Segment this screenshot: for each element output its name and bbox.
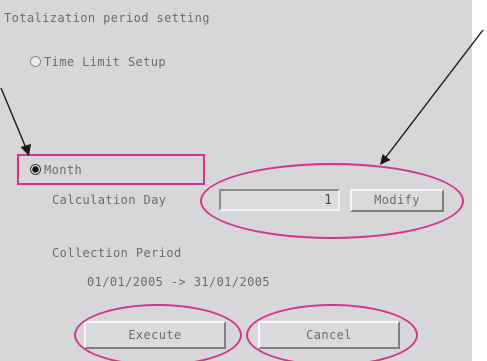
annotation-arrows	[0, 29, 484, 165]
arrowhead-right-icon	[380, 154, 391, 165]
arrowhead-left-icon	[20, 144, 31, 156]
screenshot-stage: Totalization period setting Time Limit S…	[0, 0, 487, 361]
arrow-line-left	[0, 87, 27, 149]
arrow-line-right	[385, 29, 484, 158]
